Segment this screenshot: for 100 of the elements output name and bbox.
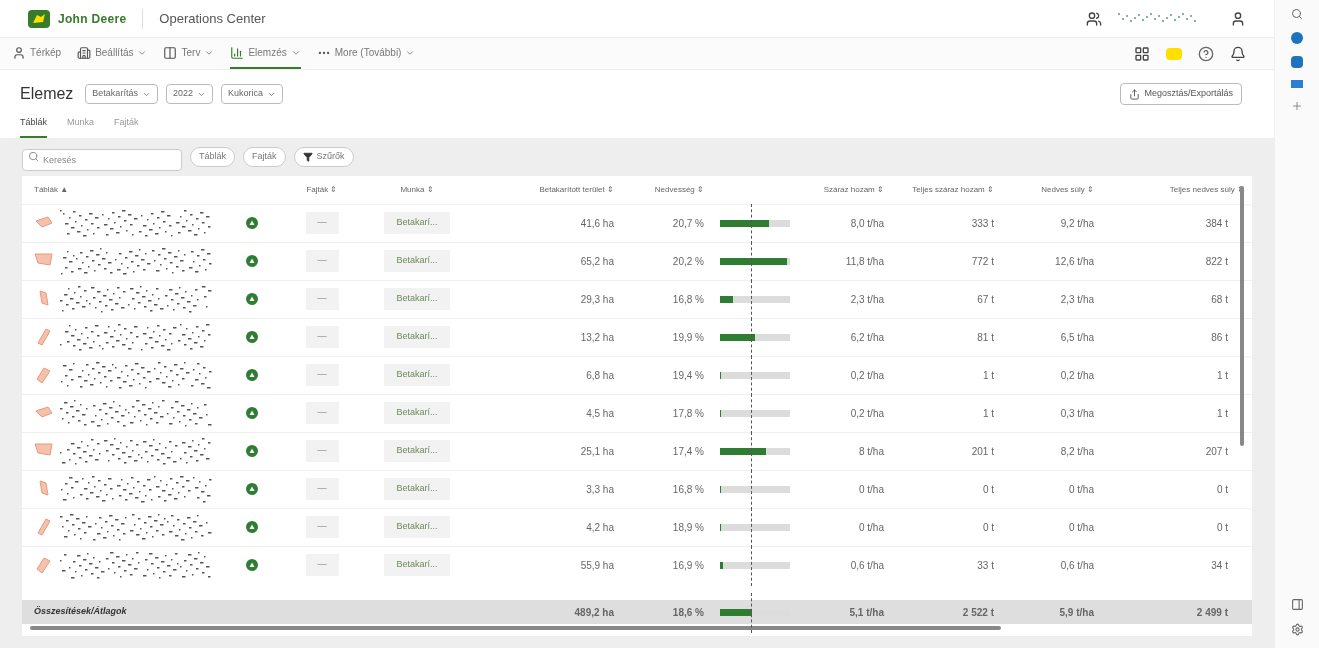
table-cell-text: 34 t	[1210, 558, 1229, 573]
column-header[interactable]: Teljes száraz hozam ⇕	[892, 183, 1002, 196]
app-shortcut-icon[interactable]	[1291, 56, 1303, 68]
filter-chip[interactable]: Szűrők	[293, 146, 354, 167]
table-cell-text: 0,2 t/ha	[1059, 368, 1095, 383]
table-cell-text: 1 t	[981, 406, 995, 421]
table-cell-text: 0,3 t/ha	[1059, 406, 1095, 421]
table-cell-text: 18,6 %	[671, 605, 705, 620]
job-chip[interactable]: Betakarí...	[384, 516, 450, 538]
variety-tag: —	[305, 554, 339, 576]
table-cell-text: 0,6 t/ha	[1059, 558, 1095, 573]
filter-dropdown[interactable]: Betakarítás	[85, 84, 158, 104]
table-cell-text: 19,4 %	[671, 368, 705, 383]
column-header[interactable]: Száraz hozam ⇕	[812, 183, 892, 196]
column-header[interactable]: Betakarított terület ⇕	[472, 183, 622, 196]
table-cell-text: 333 t	[970, 216, 995, 231]
app-shortcut-icon[interactable]	[1291, 32, 1303, 44]
bar-chart-icon	[230, 45, 245, 60]
table-cell-text: 2,3 t/ha	[1059, 292, 1095, 307]
variety-tag: —	[305, 402, 339, 424]
filter-dropdown[interactable]: Kukorica	[220, 84, 283, 104]
settings-icon[interactable]	[1290, 623, 1304, 636]
side-panel-icon[interactable]	[1290, 598, 1304, 611]
column-header[interactable]: Fajták ⇕	[282, 183, 362, 196]
nav-item[interactable]: Térkép	[12, 38, 62, 69]
status-icon	[246, 217, 258, 229]
person-icon	[12, 45, 26, 60]
job-chip[interactable]: Betakarí...	[384, 364, 450, 386]
profile-icon[interactable]	[1230, 10, 1246, 27]
table-cell-text: 0,6 t/ha	[849, 558, 885, 573]
status-icon	[246, 369, 258, 381]
vertical-scrollbar[interactable]	[1240, 185, 1244, 446]
search-field[interactable]: Keresés	[22, 148, 182, 171]
apps-grid-icon[interactable]	[1134, 45, 1150, 62]
table-cell-text: 2 522 t	[961, 605, 995, 620]
export-button[interactable]: Megosztás/Exportálás	[1120, 83, 1242, 105]
table-cell-text: 11,8 t/ha	[844, 254, 885, 269]
table-cell-text: 19,9 %	[671, 330, 705, 345]
table-cell-text: 1 t	[1215, 406, 1229, 421]
job-chip[interactable]: Betakarí...	[384, 250, 450, 272]
organization-icon[interactable]	[1086, 10, 1102, 27]
column-header[interactable]: Nedvesség ⇕	[622, 183, 712, 196]
table-cell-text: 0 t	[1215, 482, 1229, 497]
table-cell-text: 6,5 t/ha	[1059, 330, 1095, 345]
tab[interactable]: Munka	[67, 110, 95, 138]
status-icon	[246, 407, 258, 419]
table-cell-text: 0 t/ha	[1067, 520, 1095, 535]
nav-item[interactable]: Terv	[163, 38, 215, 69]
tab[interactable]: Fajták	[114, 110, 139, 138]
status-icon	[246, 559, 258, 571]
notifications-icon[interactable]	[1230, 45, 1246, 62]
table-cell-text: 67 t	[976, 292, 995, 307]
nav-item[interactable]: More (További)	[316, 38, 416, 69]
table-cell-text: 0 t	[981, 482, 995, 497]
nav-item[interactable]: Elemzés	[230, 38, 301, 69]
table-cell-text: 4,2 ha	[585, 520, 615, 535]
variety-tag: —	[305, 364, 339, 386]
nav-item[interactable]: Beállítás	[77, 38, 148, 69]
table-cell-text: 0 t/ha	[857, 482, 885, 497]
filter-dropdown[interactable]: 2022	[165, 84, 213, 104]
job-chip[interactable]: Betakarí...	[384, 554, 450, 576]
table-cell-text: 4,5 ha	[585, 406, 615, 421]
table-cell-text: 5,1 t/ha	[848, 605, 885, 620]
table-cell-text: 16,8 %	[671, 482, 705, 497]
column-header[interactable]: Táblák ▲	[22, 183, 222, 196]
job-chip[interactable]: Betakarí...	[384, 402, 450, 424]
variety-tag: —	[305, 440, 339, 462]
variety-tag: —	[305, 212, 339, 234]
table-cell-text: 8,0 t/ha	[849, 216, 885, 231]
variety-tag: —	[305, 288, 339, 310]
table-cell-text: 822 t	[1204, 254, 1229, 269]
status-icon	[246, 255, 258, 267]
deer-logo-icon	[28, 9, 50, 28]
table-cell-text: 207 t	[1204, 444, 1229, 459]
columns-icon	[163, 45, 178, 60]
filter-chip[interactable]: Fajták	[243, 146, 286, 167]
job-chip[interactable]: Betakarí...	[384, 326, 450, 348]
status-icon	[246, 331, 258, 343]
status-icon	[246, 445, 258, 457]
job-chip[interactable]: Betakarí...	[384, 212, 450, 234]
status-icon	[246, 483, 258, 495]
variety-tag: —	[305, 516, 339, 538]
table-cell-text: 2,3 t/ha	[849, 292, 885, 307]
filter-icon	[302, 151, 313, 162]
search-icon[interactable]	[1291, 8, 1303, 20]
column-header[interactable]: Munka ⇕	[362, 183, 472, 196]
job-chip[interactable]: Betakarí...	[384, 440, 450, 462]
help-icon[interactable]	[1198, 45, 1214, 62]
brand-name: John Deere	[58, 10, 127, 28]
variety-tag: —	[305, 326, 339, 348]
filter-chip[interactable]: Táblák	[190, 146, 235, 167]
job-chip[interactable]: Betakarí...	[384, 478, 450, 500]
table-cell-text: 41,6 ha	[579, 216, 615, 231]
job-chip[interactable]: Betakarí...	[384, 288, 450, 310]
column-header[interactable]: Nedves súly ⇕	[1002, 183, 1102, 196]
table-cell-text: 5,9 t/ha	[1058, 605, 1095, 620]
table-cell-text: 8 t/ha	[857, 444, 885, 459]
table-cell-text: 13,2 ha	[579, 330, 615, 345]
table-cell-text: 65,2 ha	[579, 254, 615, 269]
table-cell-text: 20,7 %	[671, 216, 705, 231]
